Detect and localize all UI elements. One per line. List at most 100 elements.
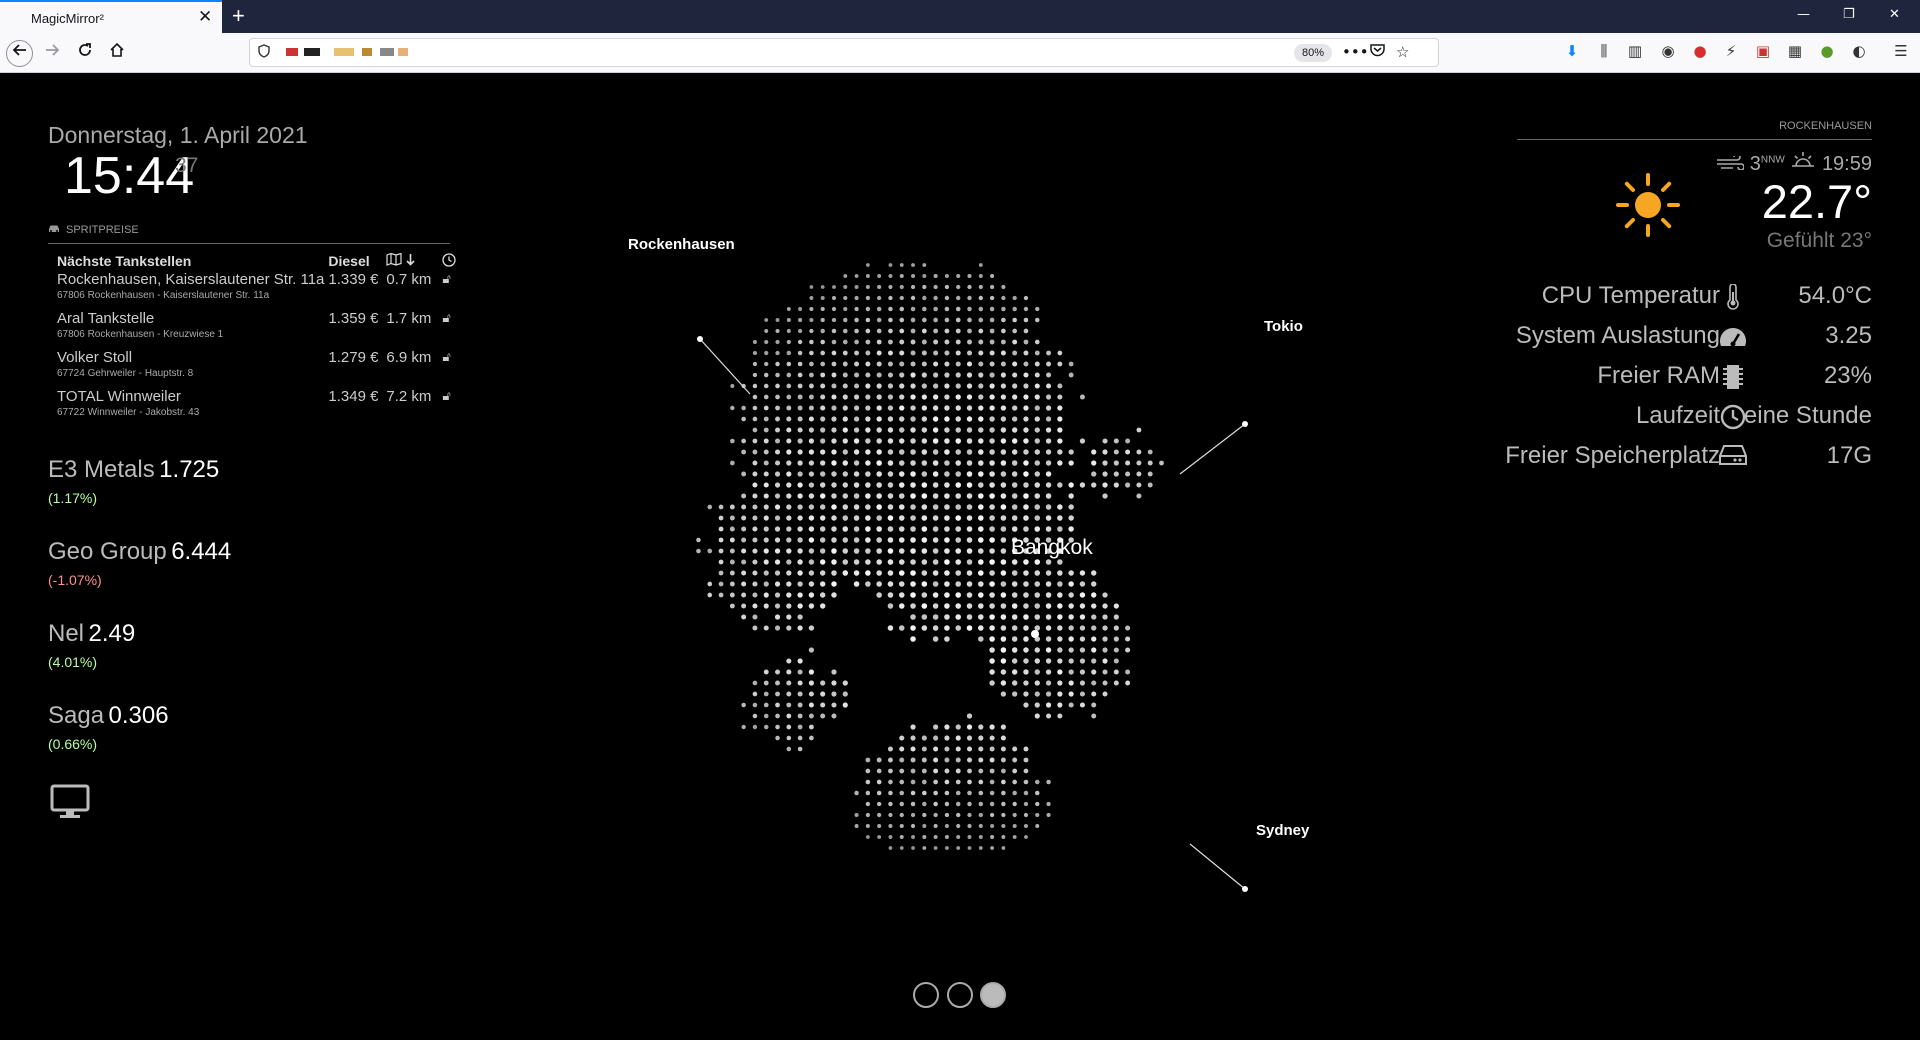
globe-dot [1045,471,1052,477]
globe-dot [932,471,939,477]
globe-dot [978,846,983,850]
lightning-extension-icon[interactable]: ⚡ [1721,42,1741,60]
globe-dot [831,372,837,378]
system-stat-row: Laufzeit eine Stunde [1500,402,1872,438]
globe-dot [819,592,826,598]
globe-dot [752,383,758,389]
back-button[interactable] [6,40,33,67]
page-indicator-2[interactable] [947,982,973,1008]
stock-change: (1.17%) [48,490,98,506]
globe-dot [956,284,961,290]
globe-dot [955,625,962,631]
site-permission-icon[interactable] [286,48,298,56]
menu-icon[interactable]: ☰ [1891,42,1911,60]
globe-dot [707,504,713,510]
globe-dot [978,460,984,466]
globe-dot [729,515,735,521]
url-bar[interactable]: 80% ••• ☆ [249,38,1439,67]
globe-dot [1113,658,1119,664]
globe-dot [1034,526,1041,532]
globe-dot [921,416,928,422]
dotted-globe [696,263,1248,892]
globe-dot [808,394,814,400]
library-icon[interactable]: ⫼ [1594,42,1614,60]
globe-dot [808,724,814,730]
globe-dot [899,394,905,400]
globe-dot [865,824,870,828]
globe-dot [933,812,938,818]
globe-dot [1045,647,1052,653]
tab-close-icon[interactable]: ✕ [198,8,212,26]
globe-dot [831,361,837,367]
globe-dot [865,768,871,774]
forward-button[interactable] [40,41,64,65]
extension-icon[interactable]: ◐ [1849,42,1869,60]
globe-dot [820,296,825,300]
globe-dot [808,592,815,598]
globe-dot [752,405,758,411]
restore-button[interactable]: ❐ [1843,7,1855,22]
home-button[interactable] [105,41,129,65]
globe-dot [1011,592,1018,598]
page-indicator-1[interactable] [913,982,939,1008]
globe-dot [808,559,815,565]
adblock-icon[interactable]: ● [1690,42,1710,60]
globe-dot [989,603,995,609]
globe-dot [1023,658,1029,664]
globe-dot [763,724,769,730]
extension-icon[interactable]: ▦ [1785,42,1805,60]
extension-icon[interactable]: ▣ [1753,42,1773,60]
bookmark-star-icon[interactable]: ☆ [1396,43,1409,61]
extension-icon[interactable]: ● [1817,42,1837,60]
globe-dot [910,801,916,807]
globe-dot [899,306,904,312]
shield-icon[interactable] [258,44,270,62]
globe-dot [876,768,882,774]
globe-dot [978,823,983,829]
globe-dot [831,295,837,301]
globe-dot [764,339,769,345]
globe-dot [989,493,995,499]
globe-dot [752,482,758,488]
globe-dot [1001,812,1006,818]
globe-dot [910,350,916,356]
fuel-station-address-row: 67722 Winnweiler - Jakobstr. 43 [57,407,460,427]
close-window-button[interactable]: ✕ [1889,7,1900,22]
page-indicator-3[interactable] [980,982,1006,1008]
globe-dot [786,614,792,620]
globe-dot [786,427,792,433]
sidebar-icon[interactable]: ▥ [1625,42,1645,60]
globe-dot [1012,306,1017,312]
zoom-level-badge[interactable]: 80% [1294,44,1332,62]
globe-dot [932,405,939,411]
globe-dot [775,702,780,708]
globe-dot [853,438,860,444]
globe-dot [1000,449,1007,455]
globe-dot [865,295,870,301]
monitor-icon[interactable] [50,784,90,824]
globe-dot [763,504,769,510]
new-tab-button[interactable]: + [232,3,245,29]
globe-dot [910,559,916,565]
globe-dot [888,284,893,290]
globe-dot [1012,835,1017,839]
globe-dot [955,801,961,807]
globe-dot [842,405,848,411]
globe-dot [876,790,882,796]
globe-dot [808,460,815,466]
globe-dot [888,835,893,839]
globe-dot [752,350,757,356]
globe-dot [820,339,825,345]
reload-button[interactable] [73,41,97,65]
minimize-button[interactable]: — [1797,7,1810,22]
globe-dot [978,581,984,587]
download-icon[interactable]: ⬇ [1562,42,1582,60]
globe-dot [899,835,904,839]
tab-magicmirror[interactable]: MagicMirror² ✕ [0,0,222,33]
page-actions-icon[interactable]: ••• [1342,43,1369,61]
globe-dot [989,724,995,730]
pocket-icon[interactable] [1370,43,1385,61]
globe-dot [1035,790,1040,796]
account-icon[interactable]: ◉ [1658,42,1678,60]
globe-dot [966,746,973,752]
